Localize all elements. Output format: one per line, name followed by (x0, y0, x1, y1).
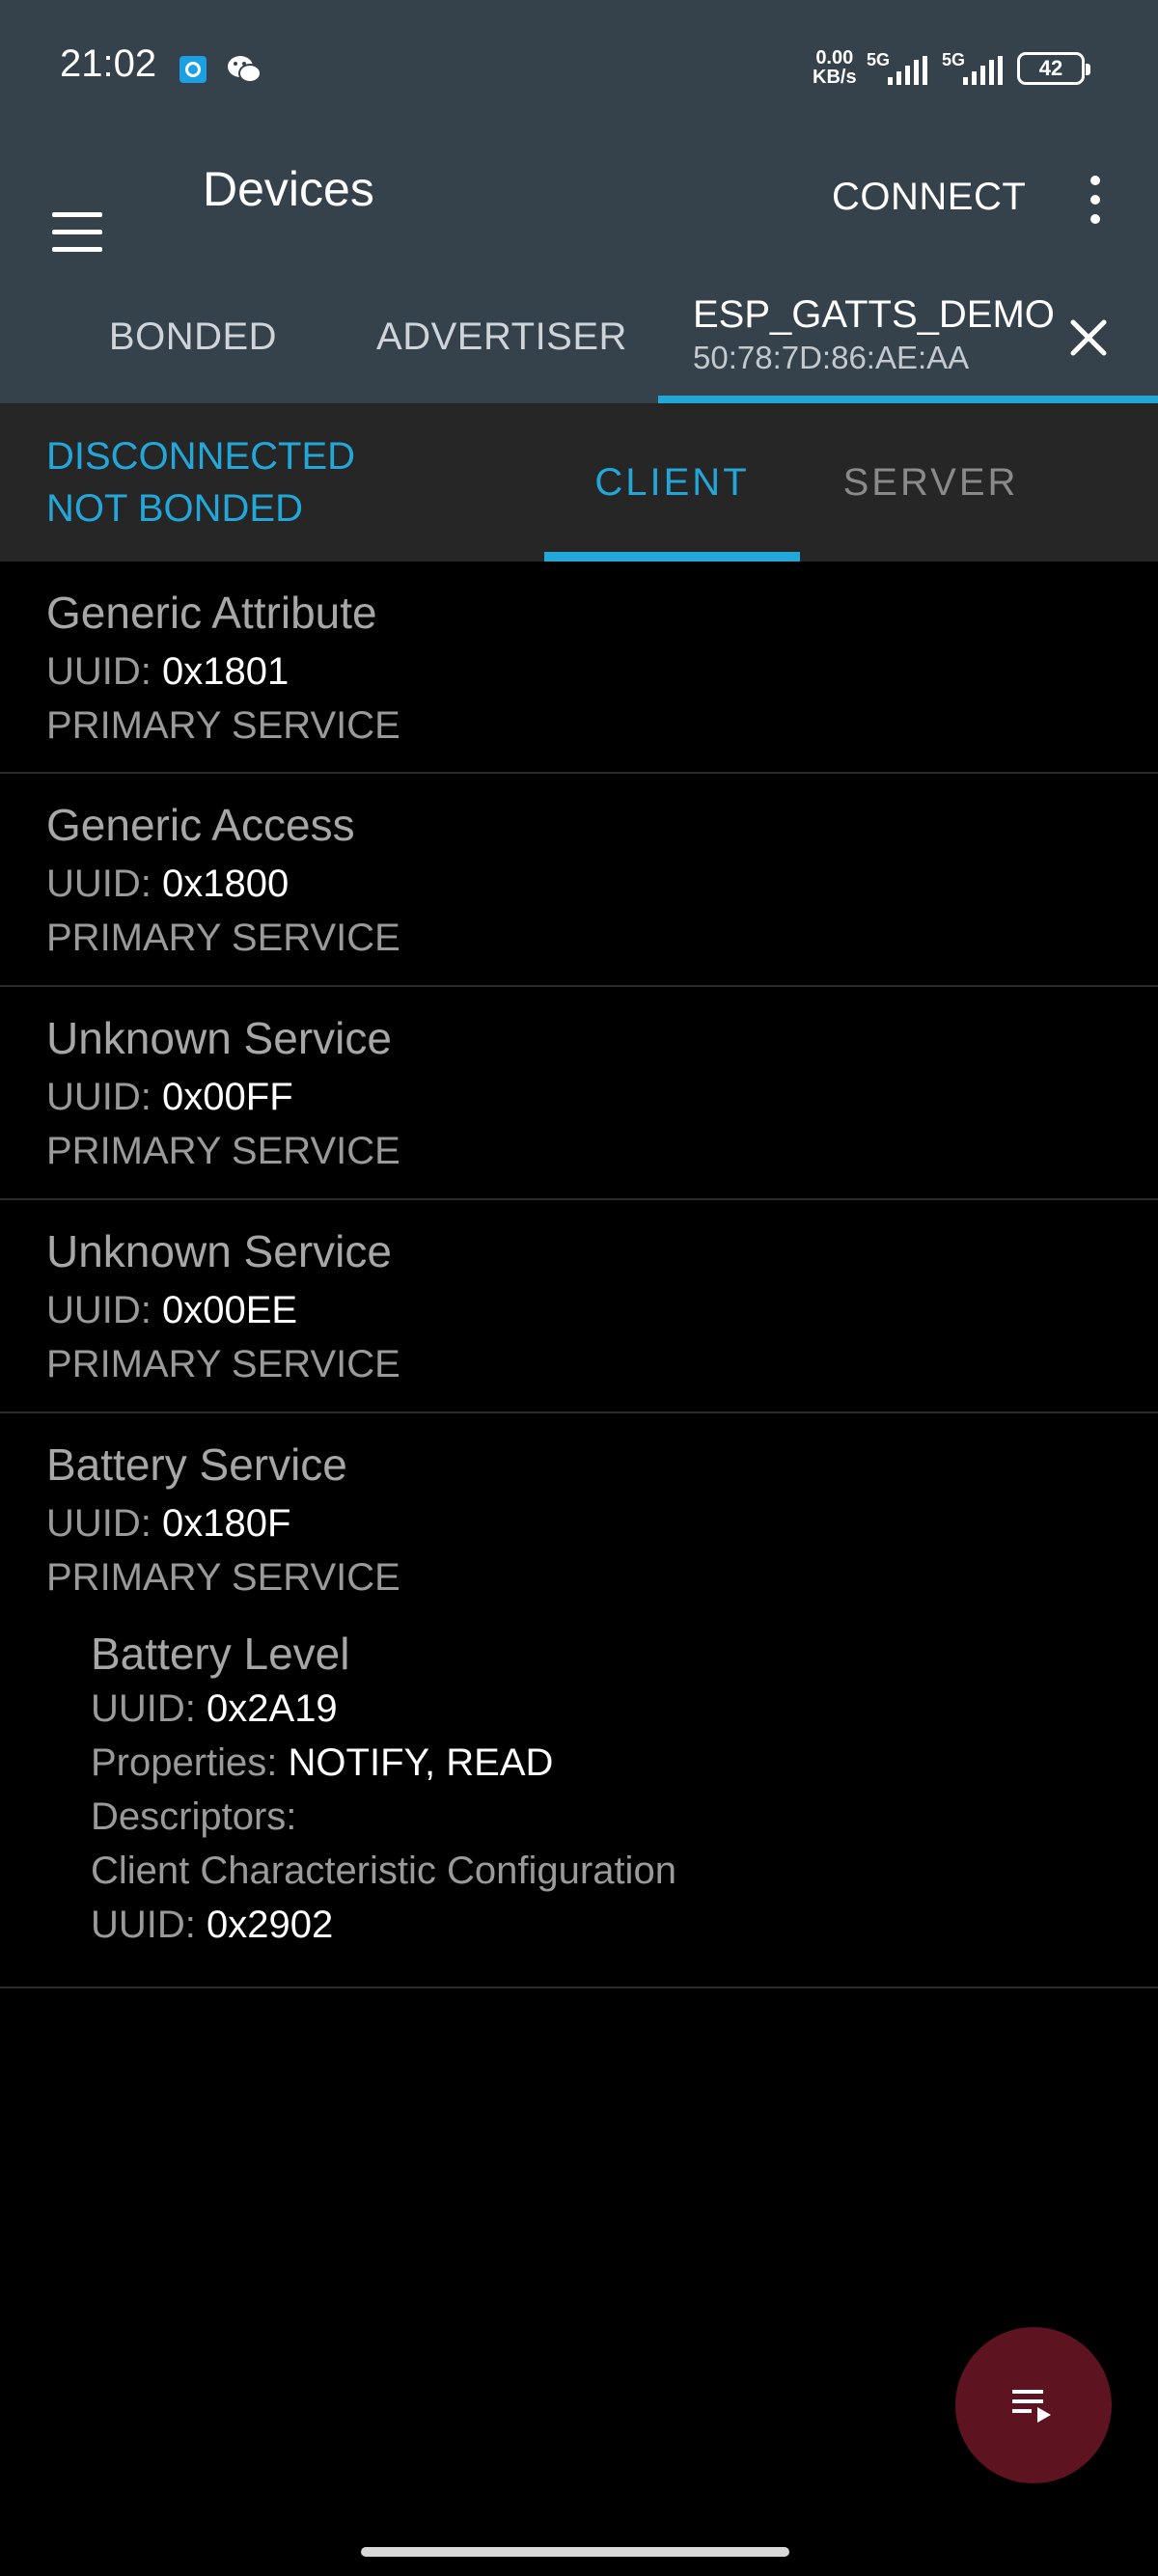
device-mac-address: 50:78:7D:86:AE:AA (693, 340, 970, 375)
client-tab-indicator (544, 552, 800, 562)
service-name: Generic Attribute (46, 588, 377, 638)
connection-bar: DISCONNECTED NOT BONDED CLIENT SERVER (0, 403, 1158, 562)
link-app-icon (179, 56, 207, 83)
service-uuid: UUID: 0x1800 (46, 863, 289, 906)
uuid-value: 0x1800 (162, 863, 290, 905)
connection-status: DISCONNECTED NOT BONDED (46, 430, 355, 534)
properties-value: NOTIFY, READ (288, 1741, 554, 1784)
service-name: Unknown Service (46, 1226, 392, 1276)
connect-button[interactable]: CONNECT (820, 168, 1037, 226)
service-item[interactable]: Generic Attribute UUID: 0x1801 PRIMARY S… (0, 562, 1158, 774)
properties-label: Properties: (91, 1741, 278, 1784)
uuid-value: 0x180F (162, 1502, 291, 1545)
service-type: PRIMARY SERVICE (46, 1556, 400, 1599)
status-time: 21:02 (60, 42, 157, 85)
page-title: Devices (203, 162, 374, 216)
service-name: Unknown Service (46, 1013, 392, 1063)
device-name: ESP_GATTS_DEMO (693, 293, 1055, 336)
battery-level: 42 (1038, 56, 1063, 80)
characteristic-properties: Properties: NOTIFY, READ (91, 1741, 553, 1785)
service-item[interactable]: Generic Access UUID: 0x1800 PRIMARY SERV… (0, 774, 1158, 987)
signal-bars-icon (888, 56, 927, 85)
uuid-label: UUID: (46, 1289, 152, 1331)
wechat-icon (228, 56, 262, 83)
uuid-label: UUID: (91, 1904, 196, 1946)
close-icon[interactable] (1065, 315, 1112, 361)
characteristic-uuid: UUID: 0x2A19 (91, 1687, 338, 1731)
service-list: Generic Attribute UUID: 0x1801 PRIMARY S… (0, 562, 1158, 1988)
tab-bonded[interactable]: BONDED (58, 270, 328, 403)
service-name: Generic Access (46, 800, 355, 850)
characteristic-name: Battery Level (91, 1629, 350, 1679)
status-bar: 21:02 0.00 KB/s 5G 5G 42 (0, 0, 1158, 135)
service-type: PRIMARY SERVICE (46, 1343, 400, 1385)
app-bar: Devices CONNECT (0, 135, 1158, 270)
tab-server[interactable]: SERVER (803, 403, 1059, 562)
uuid-label: UUID: (46, 650, 152, 693)
service-uuid: UUID: 0x180F (46, 1502, 290, 1546)
playlist-play-icon (1012, 2390, 1051, 2423)
descriptor-name[interactable]: Client Characteristic Configuration (91, 1850, 676, 1893)
service-uuid: UUID: 0x00FF (46, 1076, 293, 1119)
tab-advertiser[interactable]: ADVERTISER (367, 270, 637, 403)
log-fab-button[interactable] (955, 2327, 1112, 2483)
tab-client[interactable]: CLIENT (544, 403, 800, 562)
service-uuid: UUID: 0x1801 (46, 650, 289, 694)
service-type: PRIMARY SERVICE (46, 704, 400, 747)
uuid-value: 0x2902 (207, 1904, 334, 1946)
overflow-menu-icon[interactable] (1077, 166, 1116, 233)
hamburger-menu-icon[interactable] (50, 174, 108, 252)
uuid-label: UUID: (91, 1687, 196, 1730)
service-item[interactable]: Battery Service UUID: 0x180F PRIMARY SER… (0, 1413, 1158, 1988)
service-item[interactable]: Unknown Service UUID: 0x00EE PRIMARY SER… (0, 1200, 1158, 1413)
active-tab-indicator (658, 396, 1158, 403)
service-name: Battery Service (46, 1439, 347, 1490)
bond-state: NOT BONDED (46, 487, 303, 530)
uuid-label: UUID: (46, 863, 152, 905)
service-type: PRIMARY SERVICE (46, 917, 400, 959)
uuid-value: 0x1801 (162, 650, 290, 693)
uuid-label: UUID: (46, 1502, 152, 1545)
uuid-value: 0x00EE (162, 1289, 298, 1331)
network-speed: 0.00 KB/s (813, 48, 857, 87)
home-indicator[interactable] (361, 2547, 789, 2557)
uuid-value: 0x2A19 (207, 1687, 338, 1730)
service-uuid: UUID: 0x00EE (46, 1289, 297, 1332)
network-speed-value: 0.00 (815, 47, 854, 69)
screen: 21:02 0.00 KB/s 5G 5G 42 Devices CONNECT… (0, 0, 1158, 2576)
service-item[interactable]: Unknown Service UUID: 0x00FF PRIMARY SER… (0, 987, 1158, 1200)
uuid-value: 0x00FF (162, 1076, 293, 1118)
service-type: PRIMARY SERVICE (46, 1130, 400, 1172)
device-tabs: BONDED ADVERTISER ESP_GATTS_DEMO 50:78:7… (0, 270, 1158, 403)
connection-state: DISCONNECTED (46, 435, 356, 478)
network-speed-unit: KB/s (813, 67, 857, 88)
battery-icon: 42 (1017, 52, 1090, 85)
descriptor-uuid: UUID: 0x2902 (91, 1904, 333, 1947)
signal-bars-icon (963, 56, 1003, 85)
descriptors-label: Descriptors: (91, 1795, 297, 1838)
uuid-label: UUID: (46, 1076, 152, 1118)
